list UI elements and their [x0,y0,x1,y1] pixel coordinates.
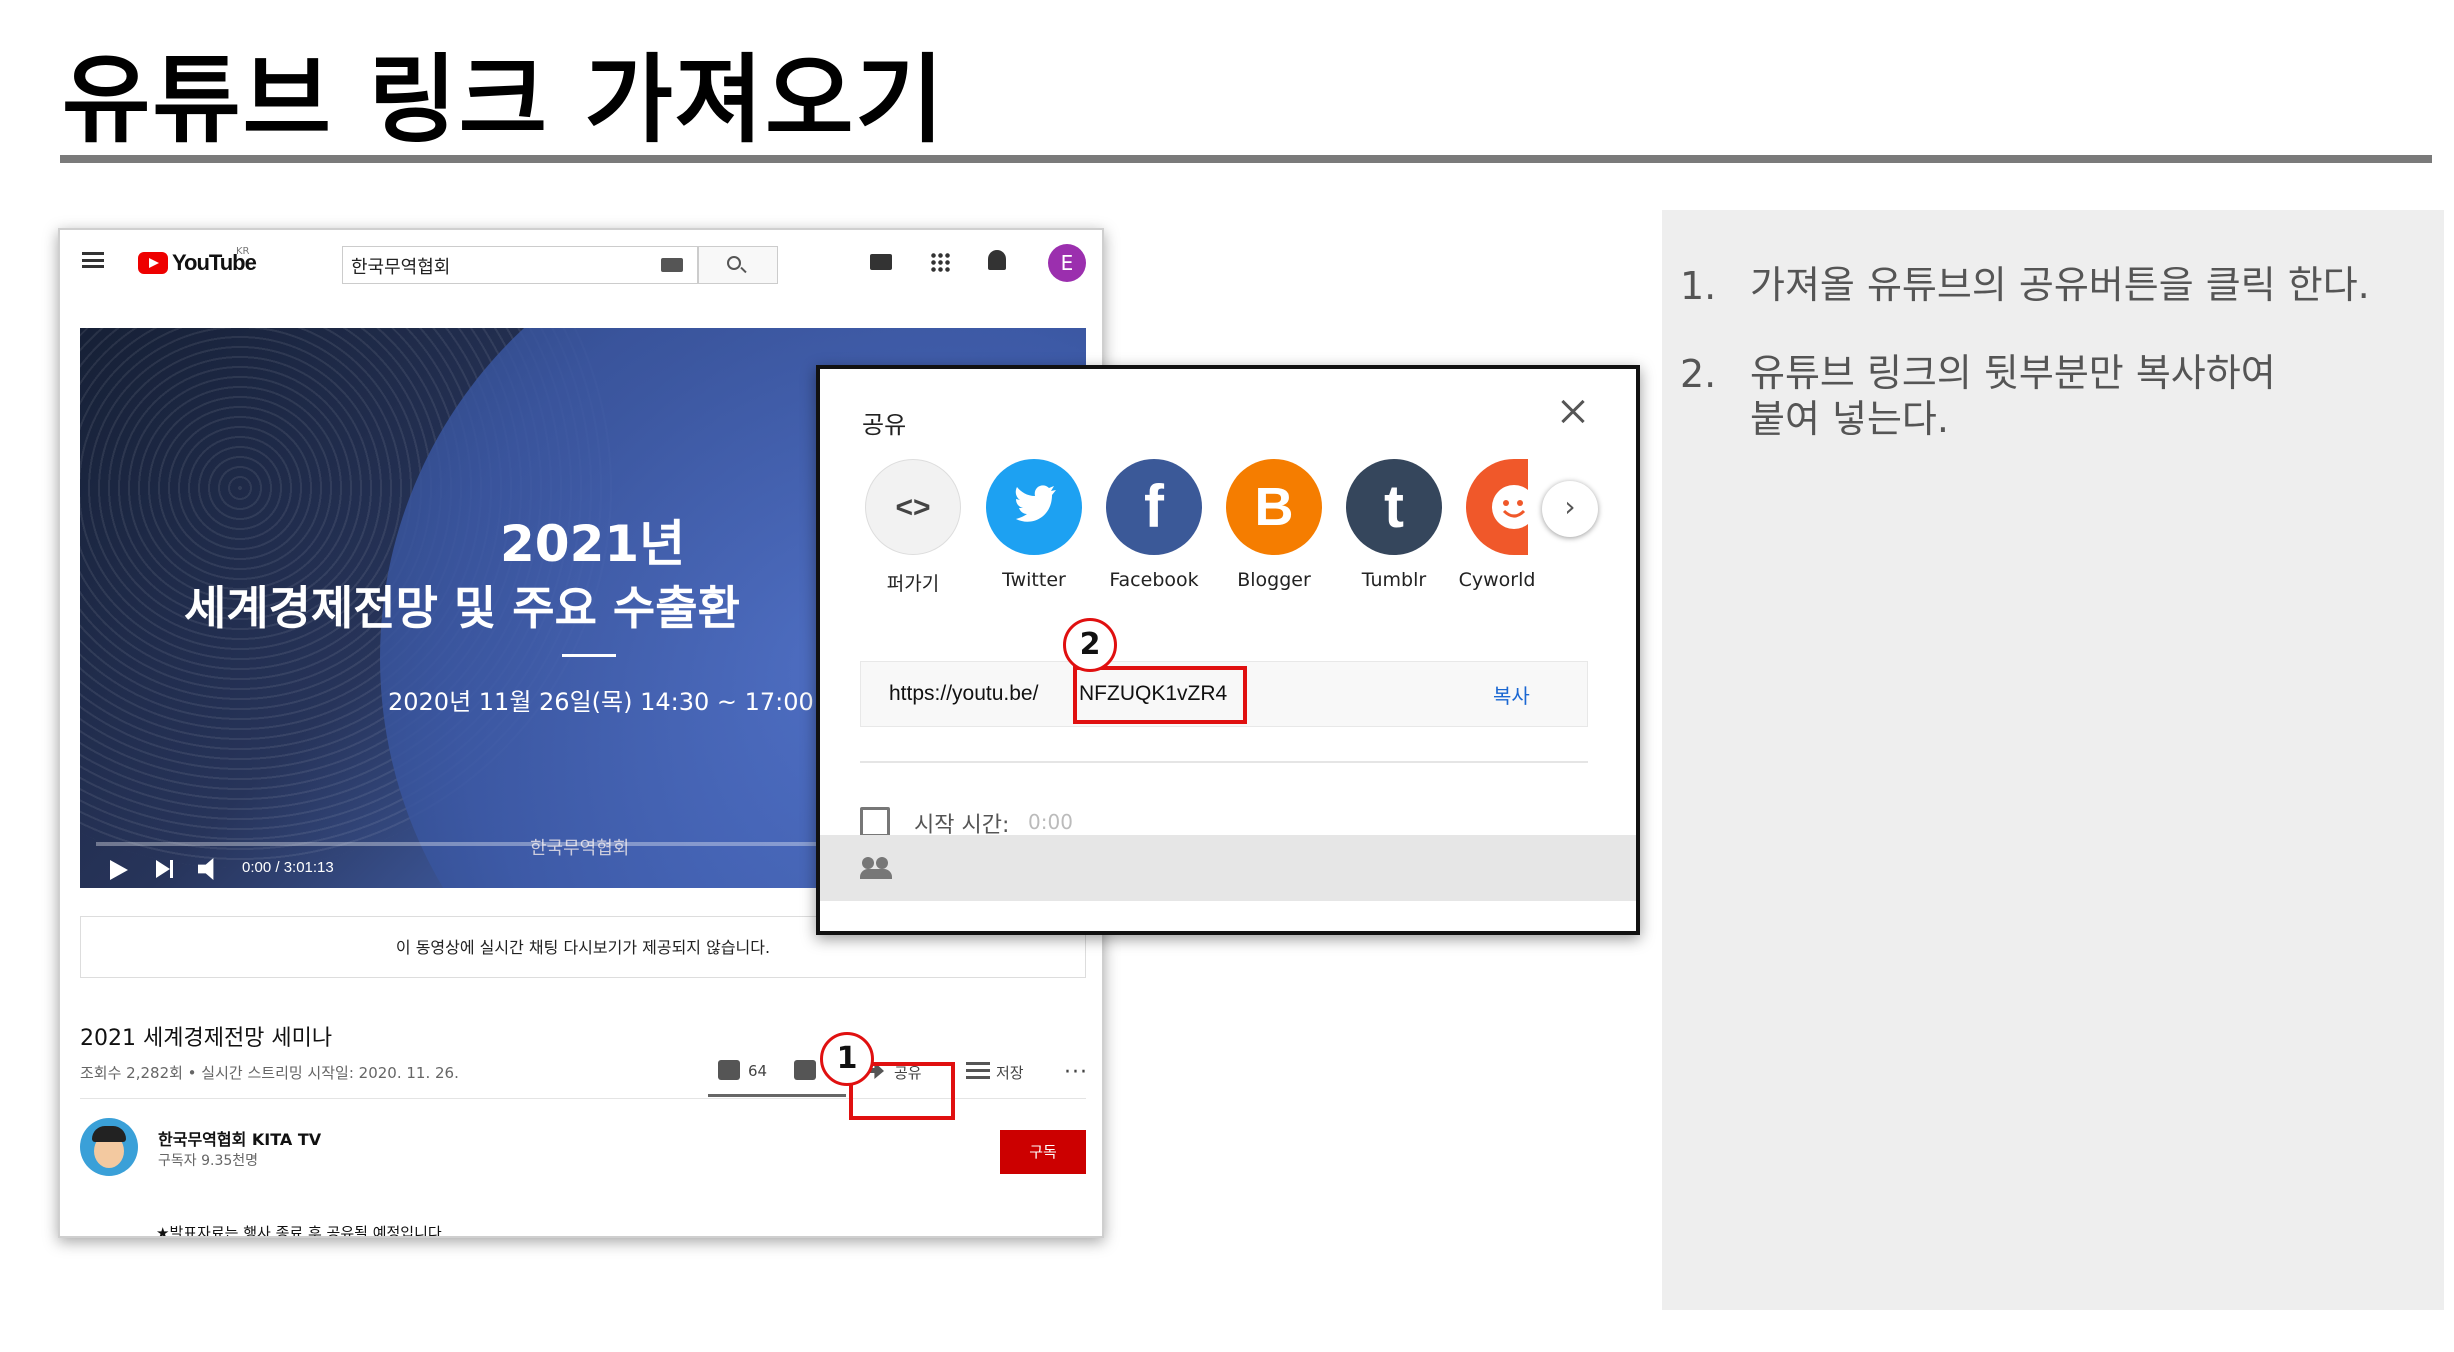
step-text: 가져올 유튜브의 공유버튼을 클릭 한다. [1750,263,2370,307]
slide-divider [562,654,616,657]
chevron-right-icon[interactable]: › [1542,481,1598,537]
subscriber-count: 구독자 9.35천명 [158,1153,259,1169]
step-number: 1. [1680,264,1717,308]
video-description: ★발표자료는 행사 종료 후 공유될 예정입니다. [156,1224,447,1238]
service-label: 퍼가기 [886,573,940,595]
like-count: 64 [748,1062,768,1080]
bell-icon[interactable] [988,250,1006,270]
close-icon[interactable] [1558,397,1588,427]
people-icon [860,857,892,879]
avatar-hair [92,1126,126,1142]
search-query: 한국무역협회 [351,257,451,278]
instructions-panel: 1. 가져올 유튜브의 공유버튼을 클릭 한다. 2. 유튜브 링크의 뒷부분만… [1662,210,2444,1310]
playlist-add-icon[interactable] [966,1062,990,1080]
step-marker-1: 1 [820,1032,874,1086]
embed-icon[interactable]: <> [865,459,961,555]
slide-year: 2021년 [500,515,686,573]
start-time-checkbox[interactable] [860,807,890,837]
youtube-region: KR [236,246,250,257]
slide-date: 2020년 11월 26일(목) 14:30 ~ 17:00 [388,688,814,716]
channel-avatar[interactable] [80,1118,138,1176]
slide-heading: 세계경제전망 및 주요 수출환 [184,581,740,635]
dialog-title: 공유 [862,411,907,439]
service-label: Twitter [1002,569,1066,591]
start-time-value[interactable]: 0:00 [1028,810,1073,834]
step-text: 유튜브 링크의 뒷부분만 복사하여 붙여 넣는다. [1750,351,2276,441]
facebook-icon[interactable]: f [1106,459,1202,555]
blogger-icon[interactable]: B [1226,459,1322,555]
menu-icon[interactable] [82,252,104,268]
search-button[interactable] [698,246,778,284]
next-icon[interactable] [156,860,173,878]
page-title: 유튜브 링크 가져오기 [62,44,946,156]
subscribe-button[interactable]: 구독 [1000,1130,1086,1174]
search-input[interactable]: 한국무역협회 [342,246,698,284]
url-prefix: https://youtu.be/ [889,682,1039,705]
twitter-bird-icon [1015,485,1056,522]
slide-org-logo: 한국무역협회 [530,838,630,859]
cyworld-face-icon [1492,485,1528,529]
youtube-header: YouTube KR 한국무역협회 E [60,230,1102,298]
avatar[interactable]: E [1048,244,1086,282]
service-label: Blogger [1237,569,1311,591]
video-camera-icon[interactable] [870,254,892,270]
share-url-field[interactable]: https://youtu.be/ NFZUQK1vZR4 복사 [860,661,1588,727]
service-label: Cyworld [1458,569,1536,591]
twitter-icon[interactable] [986,459,1082,555]
video-meta: 조회수 2,282회 • 실시간 스트리밍 시작일: 2020. 11. 26. [80,1064,459,1082]
dialog-footer [820,835,1636,901]
youtube-logo-icon[interactable] [138,252,168,274]
like-ratio-bar [708,1094,846,1097]
thumbs-up-icon[interactable] [718,1060,740,1080]
share-dialog: 공유 <> 퍼가기 Twitter f Facebook B Blogger t… [816,365,1640,935]
keyboard-icon[interactable] [661,258,683,272]
cyworld-icon[interactable] [1466,459,1528,555]
search-icon [727,256,741,270]
apps-grid-icon[interactable] [930,252,950,272]
channel-name[interactable]: 한국무역협회 KITA TV [158,1126,321,1150]
service-label: Facebook [1109,569,1199,591]
time-display: 0:00 / 3:01:13 [242,859,334,876]
video-title: 2021 세계경제전망 세미나 [80,1026,333,1051]
more-options-button[interactable]: ··· [1064,1060,1088,1085]
tumblr-icon[interactable]: t [1346,459,1442,555]
step-number: 2. [1680,352,1717,396]
thumbs-down-icon[interactable] [794,1060,816,1080]
play-icon[interactable] [110,860,128,880]
save-button[interactable]: 저장 [996,1062,1024,1083]
divider [860,761,1588,763]
title-underline [60,155,2432,163]
step-marker-2: 2 [1063,618,1117,672]
video-id-highlight [1073,666,1247,724]
copy-button[interactable]: 복사 [1493,680,1530,709]
